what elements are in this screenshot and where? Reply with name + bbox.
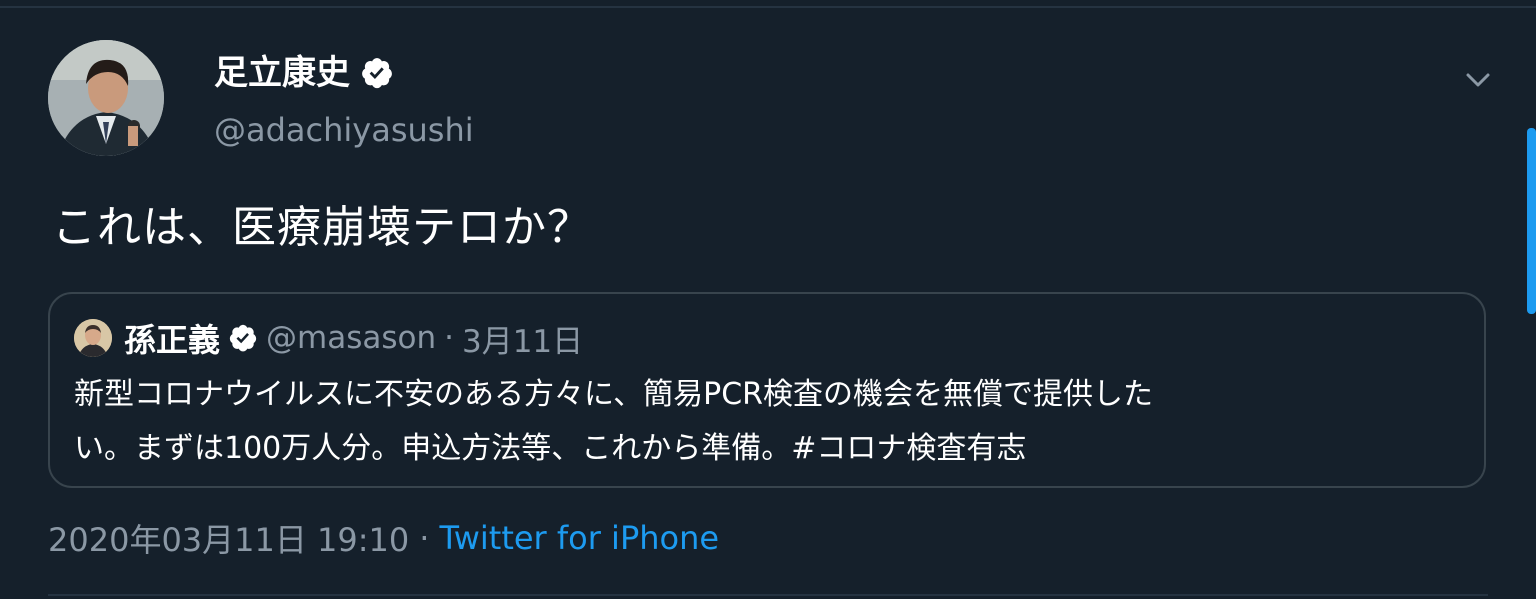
author-handle[interactable]: @adachiyasushi (214, 108, 474, 152)
author-avatar[interactable] (48, 40, 164, 156)
scrollbar-thumb[interactable] (1527, 128, 1536, 314)
tweet-meta-row: 2020年03月11日 19:10 · Twitter for iPhone (48, 516, 719, 560)
client-link[interactable]: Twitter for iPhone (439, 519, 719, 557)
quoted-author-handle[interactable]: @masason (266, 320, 436, 356)
quoted-author-name[interactable]: 孫正義 (124, 315, 220, 361)
quoted-separator: · (444, 320, 454, 356)
chevron-down-icon[interactable] (1462, 64, 1494, 96)
avatar-photo-icon (48, 40, 164, 156)
quoted-tweet-text: 新型コロナウイルスに不安のある方々に、簡易PCR検査の機会を無償で提供した い。… (74, 368, 1454, 476)
quoted-text-line: い。まずは100万人分。申込方法等、これから準備。#コロナ検査有志 (74, 431, 1027, 466)
quoted-tweet-header: 孫正義 @masason · 3月11日 (74, 316, 583, 360)
bottom-divider (48, 594, 1488, 596)
author-name-row[interactable]: 足立康史 (214, 50, 394, 96)
top-divider (0, 6, 1536, 8)
verified-badge-icon (360, 56, 394, 90)
quoted-author-avatar[interactable] (74, 319, 112, 357)
author-name[interactable]: 足立康史 (214, 50, 350, 96)
tweet-text: これは、医療崩壊テロか？ (52, 202, 592, 253)
tweet-timestamp[interactable]: 2020年03月11日 19:10 (48, 515, 409, 561)
quoted-date[interactable]: 3月11日 (462, 316, 583, 361)
quoted-text-line: 新型コロナウイルスに不安のある方々に、簡易PCR検査の機会を無償で提供した (74, 377, 1153, 412)
quoted-tweet-card[interactable]: 孫正義 @masason · 3月11日 新型コロナウイルスに不安のある方々に、… (48, 292, 1486, 488)
quoted-avatar-photo-icon (74, 319, 112, 357)
meta-separator: · (419, 519, 430, 557)
quoted-verified-badge-icon (228, 323, 258, 353)
tweet-detail-view: 足立康史 @adachiyasushi これは、医療崩壊テロか？ 孫正義 @ma… (0, 0, 1536, 599)
